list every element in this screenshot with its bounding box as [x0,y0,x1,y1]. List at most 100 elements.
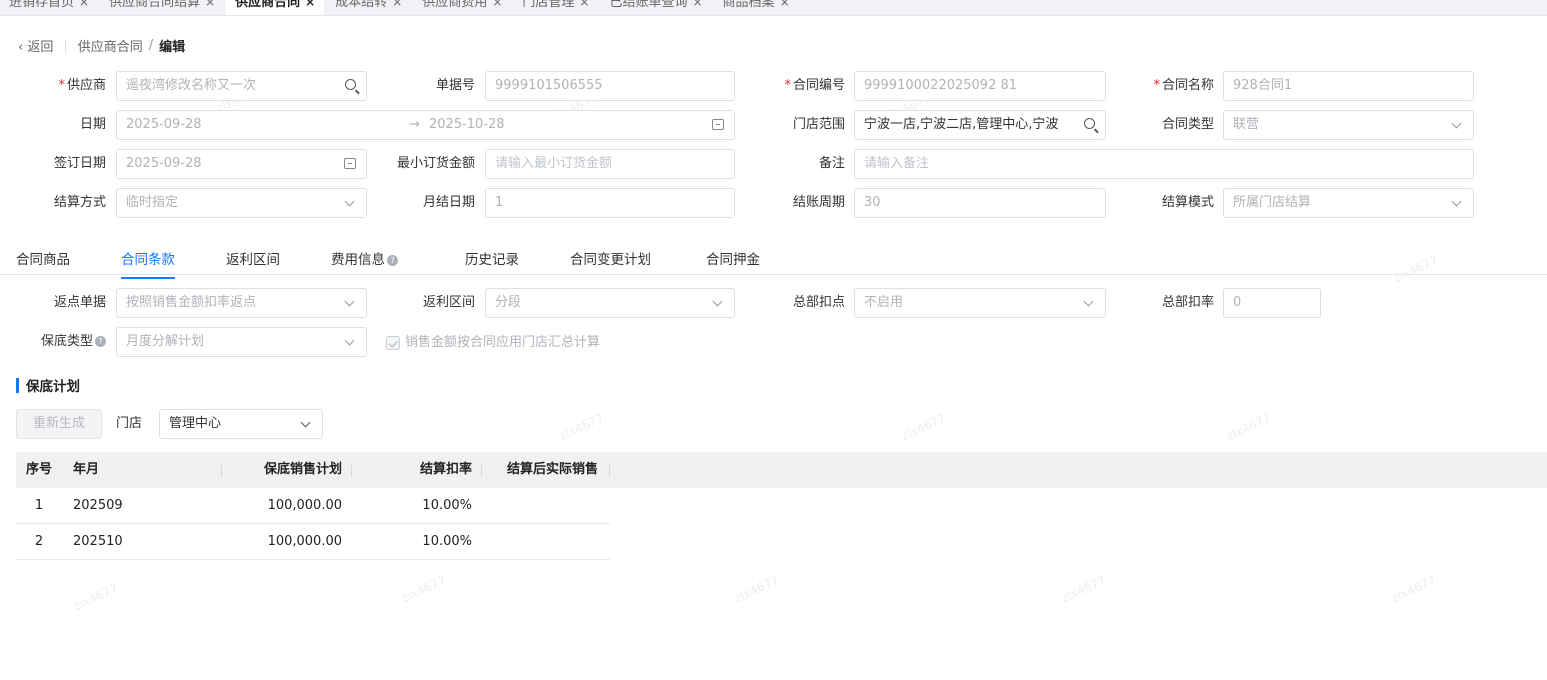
page-tab-active[interactable]: 供应商合同 × [226,0,325,15]
column-divider[interactable] [609,463,610,477]
guarantee-type-label: 保底类型? [20,327,106,357]
monthly-date-field[interactable]: 1 [485,188,735,218]
contract-type-select[interactable]: 联营 [1223,110,1474,140]
page-tab[interactable]: 供应商费用 × [413,0,512,15]
aggregate-checkbox[interactable]: 销售金额按合同应用门店汇总计算 [386,334,600,352]
doc-no-field[interactable]: 9999101506555 [485,71,735,101]
sign-date-field[interactable]: 2025-09-28 [116,149,367,179]
chevron-down-icon [344,196,355,207]
column-header: 保底销售计划 [222,452,352,488]
hq-point-select[interactable]: 不启用 [854,288,1106,318]
table-row[interactable]: 1 202509 100,000.00 10.00% [16,488,610,524]
settle-mode-select[interactable]: 所属门店结算 [1223,188,1474,218]
row-no: 1 [34,498,44,513]
settle-mode-value: 所属门店结算 [1233,195,1312,210]
settle-method-select[interactable]: 临时指定 [116,188,367,218]
supplier-field[interactable]: 遥夜湾修改名称又一次 [116,71,367,101]
breadcrumb-parent[interactable]: 供应商合同 [78,36,143,55]
regenerate-button[interactable]: 重新生成 [16,409,102,439]
tab-rebate-range[interactable]: 返利区间 [226,248,280,268]
close-icon[interactable]: × [205,0,215,9]
date-end: 2025-10-28 [429,117,505,132]
supplier-label: * 供应商 [58,78,106,93]
aggregate-checkbox-label: 销售金额按合同应用门店汇总计算 [405,335,601,350]
page-tab[interactable]: 供应商合同结算 × [100,0,225,15]
watermark: zlx4677 [732,572,782,606]
close-icon[interactable]: × [579,0,589,9]
row-rate: 10.00% [422,498,472,513]
close-icon[interactable]: × [780,0,790,9]
close-icon[interactable]: × [392,0,402,9]
close-icon[interactable]: × [305,0,315,9]
tab-deposit[interactable]: 合同押金 [706,248,760,268]
calendar-icon[interactable] [712,119,724,130]
guarantee-type-select[interactable]: 月度分解计划 [116,327,367,357]
search-icon[interactable] [1084,118,1095,129]
billing-cycle-label: 结账周期 [792,195,845,210]
page-tab[interactable]: 成本结转 × [326,0,412,15]
contract-type-value: 联营 [1233,117,1260,132]
row-actual [482,524,610,559]
help-icon[interactable]: ? [95,336,106,347]
checkbox-icon [386,336,400,350]
close-icon[interactable]: × [79,0,89,9]
sign-date-label: 签订日期 [53,156,106,171]
contract-sub-tabs: 合同商品 合同条款 返利区间 费用信息? 历史记录 合同变更计划 合同押金 [0,240,1547,279]
calendar-icon[interactable] [344,158,356,169]
watermark: zlx4677 [899,410,949,444]
page-tab-label: 供应商合同 [235,0,301,10]
store-scope-field[interactable]: 宁波一店,宁波二店,管理中心,宁波 [854,110,1106,140]
settle-method-value: 临时指定 [126,195,179,210]
rebate-basis-label: 返点单据 [53,295,106,310]
date-range-field[interactable]: 2025-09-28 → 2025-10-28 [116,110,735,140]
min-order-input[interactable]: 请输入最小订货金额 [485,149,735,179]
page-tab[interactable]: 门店管理 × [513,0,599,15]
tab-change-plan[interactable]: 合同变更计划 [570,248,651,268]
date-start: 2025-09-28 [126,117,202,132]
divider: | [63,38,68,53]
billing-cycle-field[interactable]: 30 [854,188,1106,218]
chevron-down-icon [1451,118,1462,129]
back-link[interactable]: ‹ 返回 [18,36,53,55]
help-icon[interactable]: ? [387,254,398,266]
tab-fee-info[interactable]: 费用信息? [331,248,398,268]
search-icon[interactable] [345,79,356,90]
page-tab[interactable]: 商品档案 × [713,0,799,15]
page-tab-label: 供应商费用 [422,0,488,10]
contract-name-field[interactable]: 928合同1 [1223,71,1474,101]
page-tab-label: 成本结转 [335,0,388,10]
row-actual [482,488,610,523]
chevron-down-icon [1451,196,1462,207]
row-plan-amount: 100,000.00 [267,498,342,513]
rebate-range-label: 返利区间 [422,295,475,310]
tab-history[interactable]: 历史记录 [465,248,519,268]
tab-contract-terms[interactable]: 合同条款 [121,248,175,279]
row-no: 2 [34,534,44,549]
close-icon[interactable]: × [692,0,702,9]
chevron-down-icon [344,335,355,346]
contract-type-label: 合同类型 [1161,117,1214,132]
store-select[interactable]: 管理中心 [159,409,323,439]
rebate-range-select[interactable]: 分段 [485,288,735,318]
column-header: 年月 [62,452,222,488]
store-scope-label: 门店范围 [792,117,845,132]
store-label: 门店 [116,416,143,431]
remark-input[interactable]: 请输入备注 [854,149,1474,179]
hq-point-value: 不启用 [864,295,904,310]
contract-no-field[interactable]: 9999100022025092 81 [854,71,1106,101]
column-header: 结算扣率 [352,452,482,488]
close-icon[interactable]: × [492,0,502,9]
table-row[interactable]: 2 202510 100,000.00 10.00% [16,524,610,560]
back-label: 返回 [27,40,54,55]
tab-contract-goods[interactable]: 合同商品 [16,248,70,268]
page-tab[interactable]: 进销存首页 × [0,0,99,15]
hq-rate-input[interactable]: 0 [1223,288,1321,318]
page-tab[interactable]: 已结账单查询 × [600,0,712,15]
contract-name-label: * 合同名称 [1153,78,1214,93]
contract-no-label: * 合同编号 [784,78,845,93]
watermark: zlx4677 [1059,572,1109,606]
section-title: 保底计划 [16,375,80,395]
settle-method-label: 结算方式 [53,195,106,210]
rebate-basis-select[interactable]: 按照销售金额扣率返点 [116,288,367,318]
remark-label: 备注 [818,156,845,171]
